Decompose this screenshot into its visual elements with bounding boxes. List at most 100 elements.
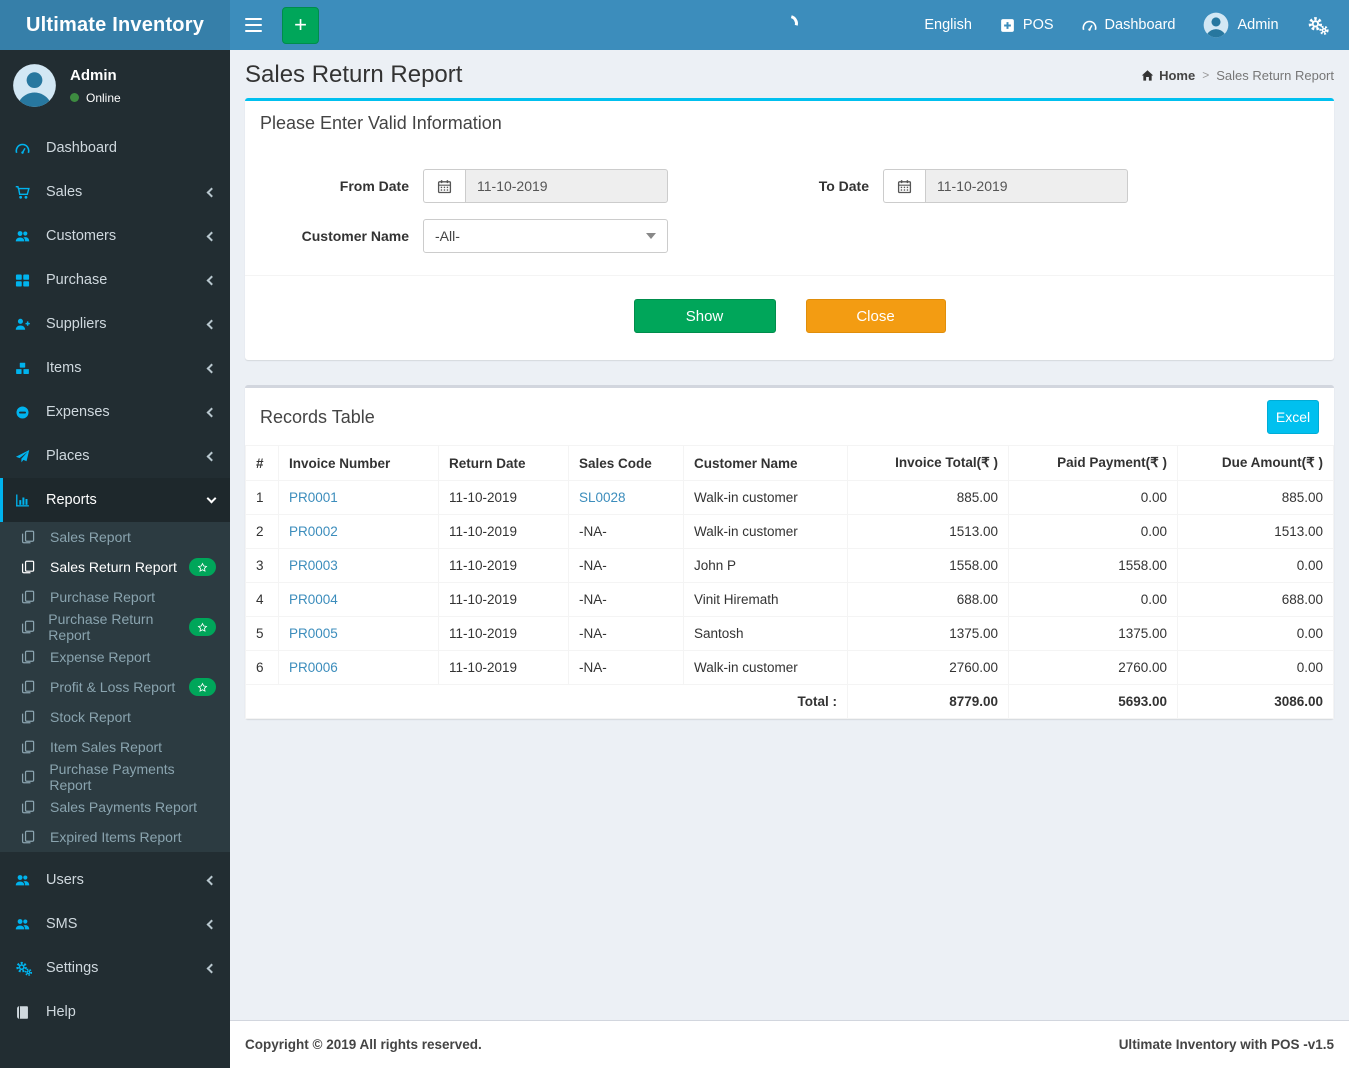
row-number: 6 <box>245 650 279 685</box>
dashboard-link[interactable]: Dashboard <box>1082 17 1175 33</box>
tachometer-icon <box>1082 18 1097 33</box>
reports-submenu: Sales Report Sales Return Report Purchas… <box>0 522 230 852</box>
sidebar-toggle-button[interactable] <box>230 0 276 50</box>
quick-add-button[interactable]: + <box>282 6 319 44</box>
total-label: Total : <box>245 684 848 719</box>
chevron-down-icon <box>206 493 217 504</box>
total-paid: 5693.00 <box>1008 684 1178 719</box>
paper-plane-icon <box>15 449 42 464</box>
filter-form: From Date 11-10-2019 To Date 11-10-2019 … <box>245 145 1334 275</box>
excel-export-button[interactable]: Excel <box>1267 400 1319 434</box>
avatar <box>1203 12 1229 38</box>
invoice-link[interactable]: PR0005 <box>289 626 338 641</box>
cart-icon <box>15 185 42 200</box>
sidebar-item-settings[interactable]: Settings <box>0 946 230 990</box>
return-date: 11-10-2019 <box>438 514 569 549</box>
sidebar-subitem-expense-report[interactable]: Expense Report <box>0 642 230 672</box>
sidebar-item-users[interactable]: Users <box>0 858 230 902</box>
invoice-link[interactable]: PR0001 <box>289 490 338 505</box>
sidebar-subitem-purchase-return-report[interactable]: Purchase Return Report <box>0 611 230 643</box>
due-amount: 1513.00 <box>1177 514 1334 549</box>
filter-panel-title: Please Enter Valid Information <box>260 113 502 133</box>
customer-name-label: Customer Name <box>301 228 409 244</box>
sales-code[interactable]: -NA- <box>579 660 607 675</box>
sidebar-subitem-expired-items-report[interactable]: Expired Items Report <box>0 822 230 852</box>
sales-code[interactable]: SL0028 <box>579 490 626 505</box>
sales-code[interactable]: -NA- <box>579 524 607 539</box>
records-panel-title: Records Table <box>260 406 375 427</box>
customer-name: Vinit Hiremath <box>683 582 848 617</box>
settings-menu[interactable] <box>1307 16 1329 35</box>
sidebar-subitem-sales-return-report[interactable]: Sales Return Report <box>0 552 230 582</box>
user-menu[interactable]: Admin <box>1203 12 1279 38</box>
pos-label: POS <box>1022 17 1054 33</box>
column-header: Return Date <box>438 445 569 481</box>
customer-select[interactable]: -All- <box>423 219 668 253</box>
app-brand[interactable]: Ultimate Inventory <box>0 0 230 50</box>
paid-payment: 0.00 <box>1008 514 1178 549</box>
calendar-icon[interactable] <box>423 169 465 203</box>
pos-link[interactable]: POS <box>1000 17 1054 33</box>
to-date-input[interactable]: 11-10-2019 <box>925 169 1128 203</box>
users-icon <box>15 229 42 244</box>
breadcrumb-separator: > <box>1202 68 1210 82</box>
sidebar-item-items[interactable]: Items <box>0 346 230 390</box>
due-amount: 0.00 <box>1177 548 1334 583</box>
sidebar-subitem-sales-payments-report[interactable]: Sales Payments Report <box>0 792 230 822</box>
invoice-link[interactable]: PR0004 <box>289 592 338 607</box>
sidebar-item-help[interactable]: Help <box>0 990 230 1034</box>
sidebar-subitem-stock-report[interactable]: Stock Report <box>0 702 230 732</box>
sales-code[interactable]: -NA- <box>579 558 607 573</box>
invoice-link[interactable]: PR0006 <box>289 660 338 675</box>
close-button[interactable]: Close <box>805 299 946 333</box>
sidebar-subitem-purchase-payments-report[interactable]: Purchase Payments Report <box>0 761 230 793</box>
sidebar-item-reports[interactable]: Reports <box>0 478 230 522</box>
sidebar-menu-bottom: Users SMS Settings Help <box>0 858 230 1034</box>
date-row: From Date 11-10-2019 To Date 11-10-2019 <box>260 169 1319 203</box>
plus-square-icon <box>1000 18 1015 33</box>
invoice-total: 1513.00 <box>847 514 1009 549</box>
version-text: Ultimate Inventory with POS -v1.5 <box>1118 1037 1334 1052</box>
breadcrumb-current: Sales Return Report <box>1216 67 1334 83</box>
copy-icon <box>21 650 46 664</box>
copy-icon <box>21 530 46 544</box>
copy-icon <box>21 560 46 574</box>
sidebar-subitem-sales-report[interactable]: Sales Report <box>0 522 230 552</box>
records-panel-header: Records Table Excel <box>245 388 1334 445</box>
sidebar-item-suppliers[interactable]: Suppliers <box>0 302 230 346</box>
copy-icon <box>21 770 45 784</box>
chevron-left-icon <box>206 275 217 285</box>
invoice-total: 1375.00 <box>847 616 1009 651</box>
show-button[interactable]: Show <box>633 299 776 333</box>
sidebar-item-purchase[interactable]: Purchase <box>0 258 230 302</box>
sidebar-item-sms[interactable]: SMS <box>0 902 230 946</box>
copy-icon <box>21 590 46 604</box>
main-content: Sales Return Report Home > Sales Return … <box>230 50 1349 1068</box>
calendar-icon[interactable] <box>883 169 925 203</box>
gears-icon <box>15 961 42 976</box>
invoice-link[interactable]: PR0002 <box>289 524 338 539</box>
sidebar-item-expenses[interactable]: Expenses <box>0 390 230 434</box>
to-date-group: 11-10-2019 <box>883 169 1128 203</box>
return-date: 11-10-2019 <box>438 616 569 651</box>
chevron-left-icon <box>206 875 217 885</box>
invoice-link[interactable]: PR0003 <box>289 558 338 573</box>
sidebar-item-sales[interactable]: Sales <box>0 170 230 214</box>
return-date: 11-10-2019 <box>438 480 569 515</box>
sales-code[interactable]: -NA- <box>579 626 607 641</box>
sidebar-item-places[interactable]: Places <box>0 434 230 478</box>
breadcrumb-home-link[interactable]: Home <box>1141 68 1195 83</box>
page-title: Sales Return Report <box>245 61 463 88</box>
from-date-input[interactable]: 11-10-2019 <box>465 169 668 203</box>
sales-code[interactable]: -NA- <box>579 592 607 607</box>
total-due: 3086.00 <box>1177 684 1334 719</box>
user-plus-icon <box>15 317 42 332</box>
sidebar-item-dashboard[interactable]: Dashboard <box>0 126 230 170</box>
language-menu[interactable]: English <box>924 17 972 33</box>
chevron-left-icon <box>206 407 217 417</box>
sidebar-subitem-item-sales-report[interactable]: Item Sales Report <box>0 732 230 762</box>
sidebar-subitem-purchase-report[interactable]: Purchase Report <box>0 582 230 612</box>
sidebar-item-customers[interactable]: Customers <box>0 214 230 258</box>
invoice-total: 1558.00 <box>847 548 1009 583</box>
sidebar-subitem-profit-loss-report[interactable]: Profit & Loss Report <box>0 672 230 702</box>
